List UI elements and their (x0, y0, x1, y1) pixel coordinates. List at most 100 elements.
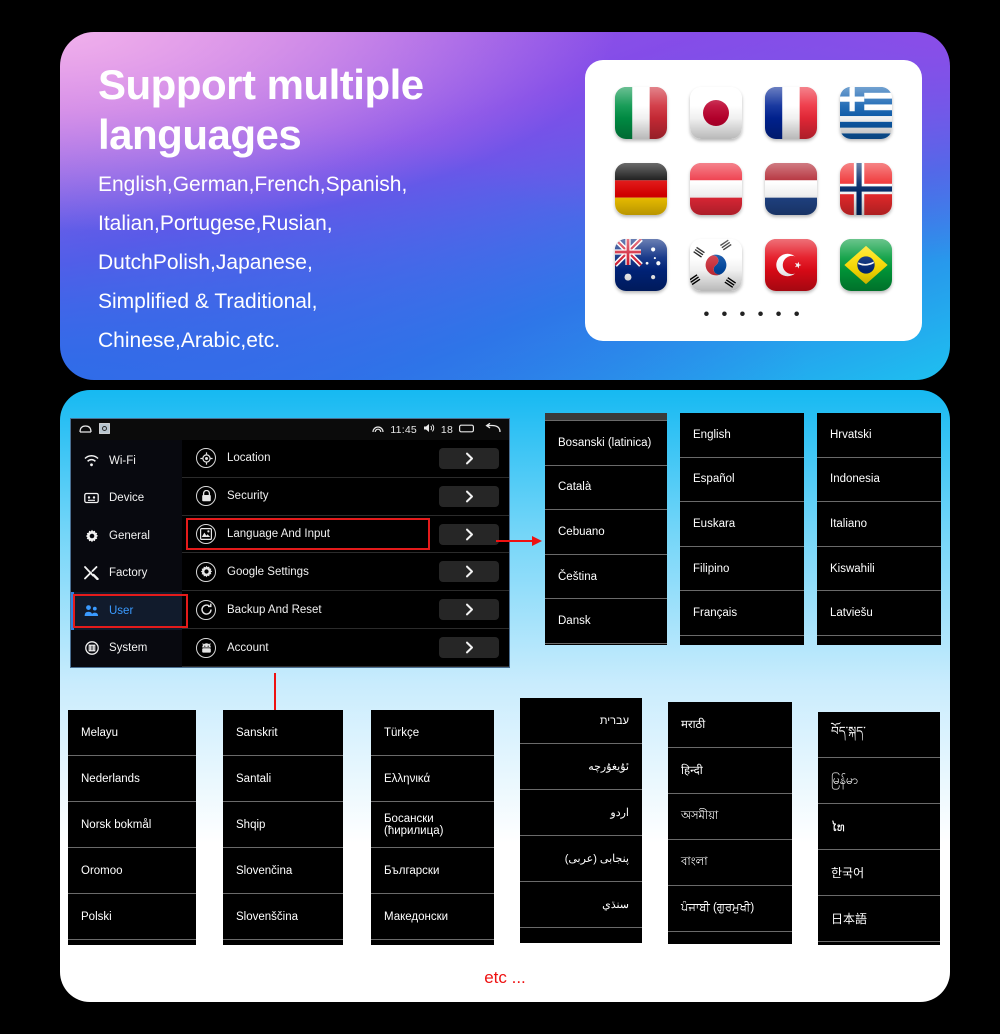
system-icon (84, 641, 99, 656)
language-list-item[interactable]: English (680, 413, 804, 458)
lang-column-3: Hrvatski Indonesia Italiano Kiswahili Latvie… (817, 413, 941, 645)
language-list-item[interactable]: Polski (68, 894, 196, 940)
home-icon[interactable] (79, 423, 92, 437)
language-list-item[interactable]: سنڌي (520, 882, 642, 928)
language-list-item[interactable]: Nederlands (68, 756, 196, 802)
language-list-item[interactable]: 한국어 (818, 850, 940, 896)
language-list-item[interactable]: Français (680, 591, 804, 636)
flag-greece-icon (840, 87, 893, 139)
sidebar-item-label: General (109, 529, 150, 542)
language-list-item[interactable]: Español (680, 458, 804, 503)
language-list-item[interactable]: བོད་སྐད་ (818, 712, 940, 758)
flag-cell (831, 78, 902, 148)
chevron-right-icon[interactable] (439, 599, 499, 621)
language-list-item[interactable]: ਪੰਜਾਬੀ (ਗੁਰਮੁਖੀ) (668, 886, 792, 932)
signal-icon (372, 424, 385, 436)
language-list-item[interactable]: ໄທ (818, 804, 940, 850)
page-root: Support multiple languages English,Germa… (0, 0, 1000, 1034)
language-list-item[interactable]: Soomaali (223, 940, 343, 945)
language-list-item[interactable]: Santali (223, 756, 343, 802)
sidebar-item-factory[interactable]: Factory (71, 555, 182, 593)
chevron-right-icon[interactable] (439, 447, 499, 469)
chevron-right-icon[interactable] (439, 637, 499, 659)
language-list-item[interactable]: বাংলা (668, 840, 792, 886)
settings-row-backup-and-reset[interactable]: Backup And Reset (182, 591, 509, 630)
language-list-item[interactable]: العربية (520, 928, 642, 943)
language-list-item[interactable]: Cebuano (545, 510, 667, 555)
language-list-item[interactable]: Български (371, 848, 494, 894)
flag-cell (831, 154, 902, 224)
sidebar-item-user[interactable]: User (71, 592, 188, 630)
banner-subtitle-line: Simplified & Traditional, (98, 290, 318, 313)
settings-row-security[interactable]: Security (182, 478, 509, 516)
language-list-item[interactable]: Norsk bokmål (68, 802, 196, 848)
settings-row-google-settings[interactable]: Google Settings (182, 553, 509, 592)
lang-column-4: Melayu Nederlands Norsk bokmål Oromoo Polski… (68, 710, 196, 945)
language-list-item[interactable]: Euskara (680, 502, 804, 547)
banner-subtitle-line: English,German,French,Spanish, (98, 173, 408, 196)
settings-row-location[interactable]: Location (182, 440, 509, 478)
language-list-item[interactable]: Oromoo (68, 848, 196, 894)
language-list-item[interactable]: Português (68, 940, 196, 945)
language-list-item[interactable]: Türkçe (371, 710, 494, 756)
language-list-item[interactable] (371, 940, 494, 945)
language-list-item[interactable]: 日本語 (818, 896, 940, 942)
sidebar-item-wi-fi[interactable]: Wi-Fi (71, 442, 182, 480)
android-settings-screenshot: 11:45 18 Wi-Fi Device General Factory Us… (70, 418, 510, 668)
language-list-item[interactable]: Català (545, 466, 667, 511)
flag-austria-icon (689, 163, 742, 215)
language-list-item[interactable]: اردو (520, 790, 642, 836)
language-list-item[interactable]: অসমীয়া (668, 794, 792, 840)
apps-icon[interactable] (99, 422, 110, 437)
language-list-item[interactable]: Bosanski (latinica) (545, 421, 667, 466)
flag-cell (605, 78, 676, 148)
flag-italy-icon (614, 87, 667, 139)
sidebar-item-general[interactable]: General (71, 517, 182, 555)
language-list-item[interactable]: Slovenčina (223, 848, 343, 894)
language-list-item[interactable]: ئۇيغۇرچە (520, 744, 642, 790)
language-list-item[interactable]: Ελληνικά (371, 756, 494, 802)
chevron-right-icon[interactable] (439, 561, 499, 583)
language-list-item[interactable]: Slovenščina (223, 894, 343, 940)
language-list-item[interactable]: हिन्दी (668, 748, 792, 794)
flag-cell (756, 78, 827, 148)
language-list-item[interactable]: Melayu (68, 710, 196, 756)
language-list-item[interactable]: پنجابی (عربی) (520, 836, 642, 882)
language-list-item[interactable]: Hrvatski (817, 413, 941, 458)
language-list-item[interactable]: עברית (520, 698, 642, 744)
language-list-item[interactable]: मराठी (668, 702, 792, 748)
android-sidebar: Wi-Fi Device General Factory User System (71, 440, 188, 668)
volume-level: 18 (440, 423, 453, 436)
language-list-item[interactable]: Kiswahili (817, 547, 941, 592)
sidebar-item-device[interactable]: Device (71, 480, 182, 518)
gear-icon (196, 561, 216, 582)
language-list-item[interactable]: Indonesia (817, 458, 941, 503)
language-list-item[interactable]: Latviešu (817, 591, 941, 636)
language-list-item[interactable] (818, 942, 940, 945)
language-list-item[interactable]: Босански (ћирилица) (371, 802, 494, 848)
chevron-right-icon[interactable] (439, 485, 499, 507)
language-list-item[interactable]: Italiano (817, 502, 941, 547)
sidebar-item-system[interactable]: System (71, 630, 182, 668)
gear-icon (84, 528, 99, 543)
settings-row-language-and-input[interactable]: Language And Input (182, 516, 509, 554)
language-list-item[interactable]: Filipino (680, 547, 804, 592)
language-list-item[interactable]: မြန်မာ (818, 758, 940, 804)
language-list-item[interactable]: Sanskrit (223, 710, 343, 756)
flag-cell (680, 78, 751, 148)
flag-japan-icon (689, 87, 742, 139)
language-icon (196, 524, 216, 545)
language-list-item[interactable]: ગુજરાતી (668, 932, 792, 944)
language-list-item[interactable]: Dansk (545, 599, 667, 644)
chevron-right-icon[interactable] (439, 523, 499, 545)
sidebar-item-label: User (109, 604, 134, 617)
settings-row-account[interactable]: Account (182, 629, 509, 667)
recents-icon[interactable] (459, 423, 475, 437)
language-list-item[interactable]: Македонски (371, 894, 494, 940)
back-icon[interactable] (485, 422, 501, 437)
flag-cell (756, 154, 827, 224)
tools-icon (84, 566, 99, 581)
language-list-item[interactable]: Shqip (223, 802, 343, 848)
language-list-item[interactable]: Čeština (545, 555, 667, 600)
lang-column-6: Türkçe Ελληνικά Босански (ћирилица) Българс… (371, 710, 494, 945)
